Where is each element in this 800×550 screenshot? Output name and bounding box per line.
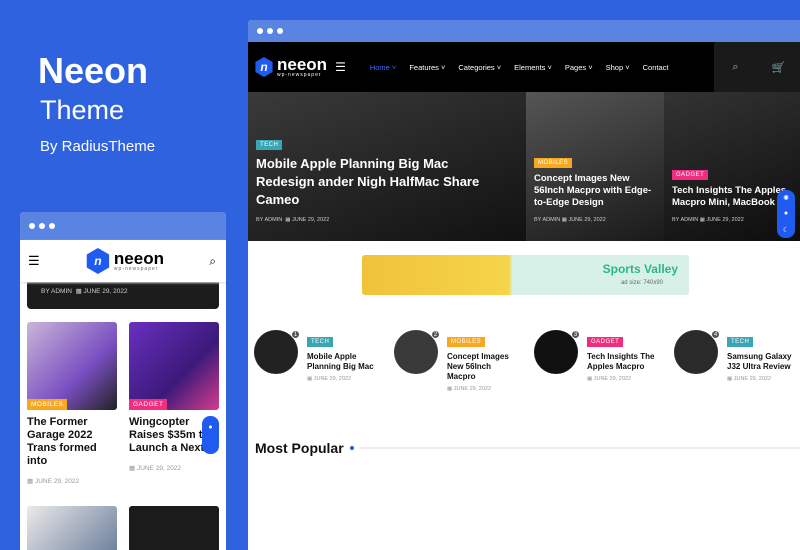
list-item[interactable]: 1 TECH Mobile Apple Planning Big Mac ▦ JUNE…	[254, 330, 377, 392]
thumbnail: 1	[254, 330, 300, 374]
thumbnail: 4	[674, 330, 720, 374]
post-list: 1 TECH Mobile Apple Planning Big Mac ▦ JUNE…	[254, 330, 797, 392]
hero-title[interactable]: Concept Images New 56Inch Macpro with Ed…	[534, 173, 656, 209]
mobile-window: ☰ n neeon wp-newspaper ⌕ BY ADMIN ▦ JUNE 2…	[20, 212, 226, 550]
post-meta: BY ADMIN ▦ JUNE 29, 2022	[672, 217, 744, 223]
logo-icon: n	[86, 248, 110, 274]
hero-post[interactable]: MOBILES Concept Images New 56Inch Macpro…	[526, 92, 664, 241]
logo[interactable]: n neeon wp-newspaper	[254, 56, 327, 78]
category-badge[interactable]: MOBILES	[534, 158, 573, 168]
nav-contact[interactable]: Contact	[643, 63, 669, 72]
ad-banner[interactable]: Sports Valley ad size: 740x90	[362, 255, 689, 295]
hamburger-icon[interactable]: ☰	[28, 253, 40, 269]
post-meta: BY ADMIN ▦ JUNE 29, 2022	[27, 282, 219, 309]
hamburger-icon[interactable]: ☰	[335, 60, 346, 74]
search-icon[interactable]: ⌕	[209, 254, 216, 269]
category-badge[interactable]: GADGET	[672, 170, 709, 180]
promo-subtitle: Theme	[40, 95, 125, 125]
post-meta: BY ADMIN ▦ JUNE 29, 2022	[256, 217, 330, 223]
nav-home[interactable]: Home ˅	[370, 63, 396, 72]
window-titlebar	[20, 212, 226, 240]
main-nav: n neeon wp-newspaper ☰ Home ˅ Features ˅ …	[248, 42, 800, 92]
nav-shop[interactable]: Shop ˅	[606, 63, 630, 72]
desktop-window: n neeon wp-newspaper ☰ Home ˅ Features ˅ …	[248, 20, 800, 550]
list-item[interactable]: 2 MOBILES Concept Images New 56Inch Macpro…	[394, 330, 517, 392]
mobile-header: ☰ n neeon wp-newspaper ⌕	[20, 240, 226, 282]
moon-icon: ☾	[782, 226, 790, 234]
cart-icon[interactable]: 🛒	[757, 42, 800, 92]
section-heading: Most Popular	[255, 440, 800, 456]
post-meta: BY ADMIN ▦ JUNE 29, 2022	[534, 217, 606, 223]
dark-mode-toggle[interactable]: ✺ ● ☾	[777, 190, 795, 238]
nav-pages[interactable]: Pages ˅	[565, 63, 593, 72]
category-badge[interactable]: TECH	[256, 140, 283, 150]
nav-categories[interactable]: Categories ˅	[458, 63, 501, 72]
post-thumbnail[interactable]	[27, 506, 117, 550]
hero-post[interactable]: TECH Mobile Apple Planning Big Mac Redes…	[248, 92, 526, 241]
list-item[interactable]: 3 GADGET Tech Insights The Apples Macpro ▦ …	[534, 330, 657, 392]
promo-author: By RadiusTheme	[40, 138, 156, 155]
hero-title[interactable]: Mobile Apple Planning Big Mac Redesign a…	[256, 155, 496, 209]
logo[interactable]: n neeon wp-newspaper	[85, 248, 164, 274]
nav-features[interactable]: Features ˅	[409, 63, 445, 72]
post-card[interactable]: MOBILES The Former Garage 2022 Trans for…	[27, 322, 117, 485]
hero-grid: TECH Mobile Apple Planning Big Mac Redes…	[248, 92, 800, 241]
hero-title[interactable]: Tech Insights The Apples Macpro Mini, Ma…	[672, 185, 792, 209]
nav-menu: Home ˅ Features ˅ Categories ˅ Elements …	[370, 63, 669, 72]
search-icon[interactable]: ⌕	[714, 42, 757, 92]
window-titlebar	[248, 20, 800, 42]
post-thumbnail[interactable]	[129, 506, 219, 550]
thumbnail: 3	[534, 330, 580, 374]
dark-mode-toggle[interactable]: ●	[202, 416, 219, 454]
logo-icon: n	[255, 57, 273, 77]
sun-icon: ✺	[783, 195, 789, 203]
promo-brand: Neeon	[38, 50, 149, 91]
list-item[interactable]: 4 TECH Samsung Galaxy J32 Ultra Review ▦ JU…	[674, 330, 797, 392]
nav-elements[interactable]: Elements ˅	[514, 63, 552, 72]
thumbnail: 2	[394, 330, 440, 374]
